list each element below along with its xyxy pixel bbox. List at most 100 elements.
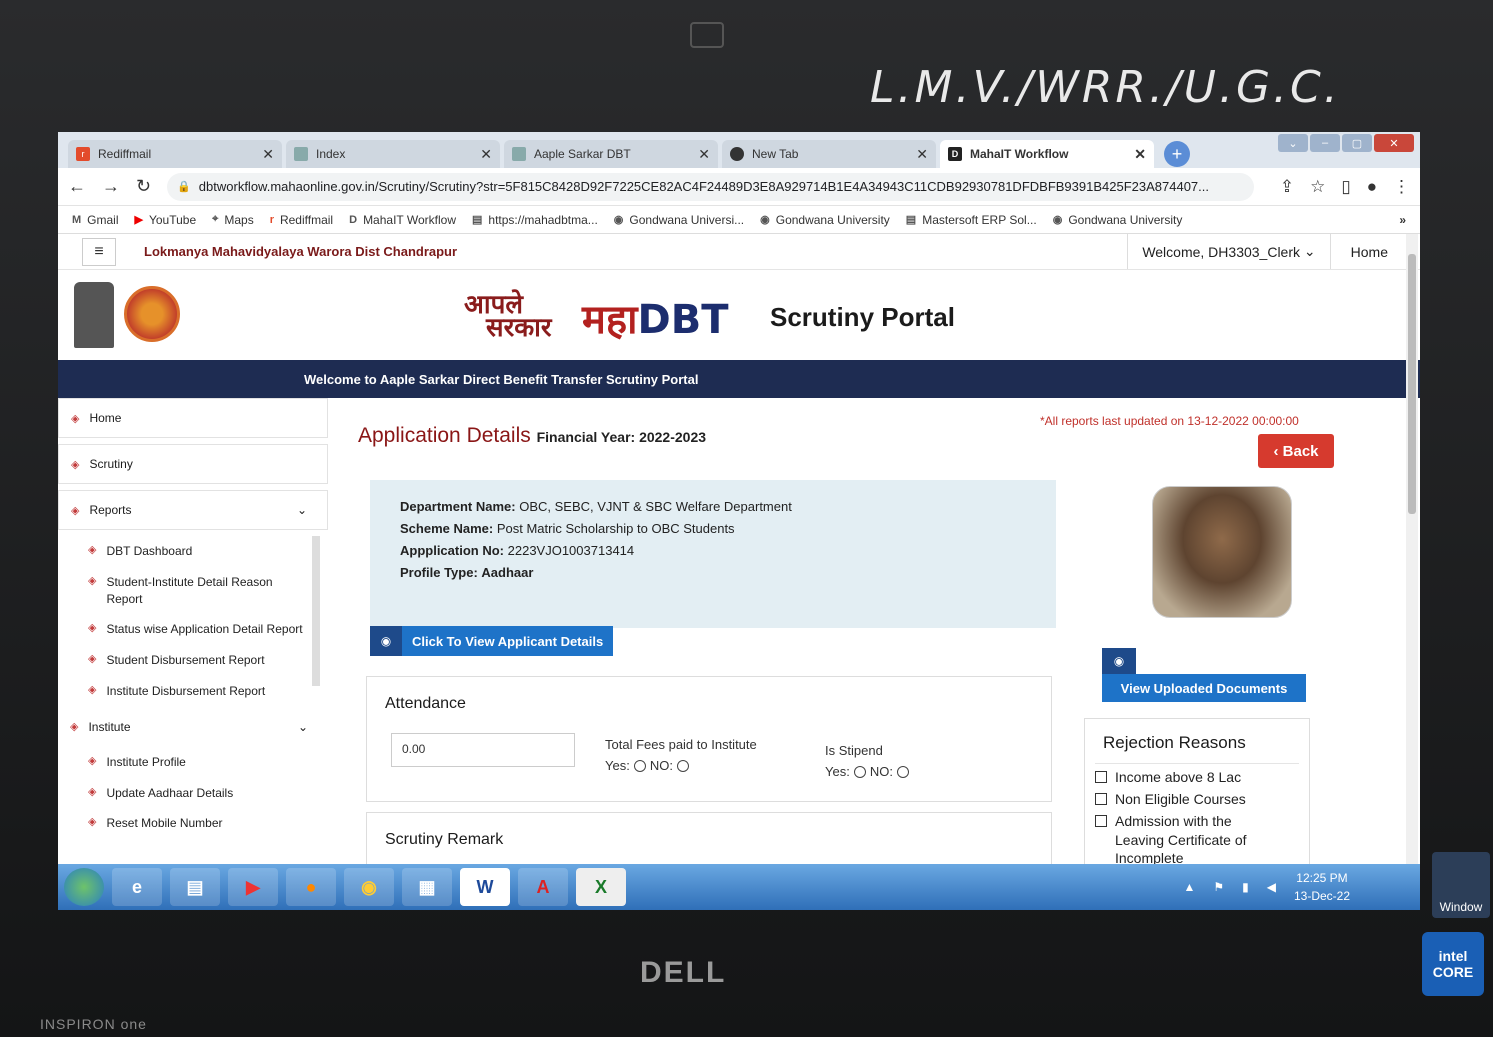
fees-no-radio[interactable] xyxy=(676,760,689,773)
clock[interactable]: 12:25 PM 13-Dec-22 xyxy=(1294,869,1350,905)
fees-yes-radio[interactable] xyxy=(633,760,646,773)
back-arrow-icon[interactable]: ← xyxy=(68,176,86,197)
diamond-icon: ◈ xyxy=(88,544,97,556)
star-icon[interactable]: ☆ xyxy=(1310,177,1325,197)
rejection-option[interactable]: Admission with the Leaving Certificate o… xyxy=(1085,808,1275,867)
media-icon[interactable]: ▶ xyxy=(228,868,278,906)
tray-arrow-icon[interactable]: ▲ xyxy=(1183,878,1195,896)
flag-icon[interactable]: ⚑ xyxy=(1213,878,1224,896)
tab-rediffmail[interactable]: r Rediffmail ✕ xyxy=(68,140,282,168)
start-icon[interactable] xyxy=(64,868,104,906)
close-icon[interactable]: ✕ xyxy=(480,146,492,163)
bookmark-gondwana-3[interactable]: ◉ Gondwana University xyxy=(1053,213,1183,227)
window-controls: ⌄ – ▢ ✕ xyxy=(1276,134,1414,152)
profile-label: Profile Type: xyxy=(400,565,478,581)
chrome-icon[interactable]: ◉ xyxy=(344,868,394,906)
clock-time: 12:25 PM xyxy=(1296,871,1348,885)
fees-question: Total Fees paid to Institute Yes: NO: xyxy=(605,735,757,777)
volume-icon[interactable]: ◀ xyxy=(1267,878,1276,896)
checkbox[interactable] xyxy=(1095,771,1107,783)
acrobat-icon[interactable]: A xyxy=(518,868,568,906)
close-icon[interactable]: ✕ xyxy=(262,146,274,163)
sidebar-item-home[interactable]: ◈ Home xyxy=(58,398,328,438)
document-icon: ▤ xyxy=(471,214,483,226)
bookmark-mahait[interactable]: D MahaIT Workflow xyxy=(349,213,456,227)
tab-new-tab[interactable]: New Tab ✕ xyxy=(722,140,936,168)
checkbox[interactable] xyxy=(1095,793,1107,806)
tab-index[interactable]: Index ✕ xyxy=(286,140,500,168)
rejection-option[interactable]: Income above 8 Lac xyxy=(1085,764,1275,786)
url-field[interactable]: 🔒 dbtworkflow.mahaonline.gov.in/Scrutiny/… xyxy=(167,172,1254,201)
bookmark-mastersoft[interactable]: ▤ Mastersoft ERP Sol... xyxy=(906,213,1037,227)
sidebar-subitem-student-disbursement[interactable]: ◈ Student Disbursement Report xyxy=(58,645,308,676)
tab-label: Aaple Sarkar DBT xyxy=(534,147,631,161)
window-close-icon[interactable]: ✕ xyxy=(1374,134,1414,152)
checkbox[interactable] xyxy=(1095,815,1107,828)
new-tab-button[interactable]: + xyxy=(1164,141,1190,167)
view-documents-button[interactable]: ◉ View Uploaded Documents xyxy=(1102,648,1306,702)
share-icon[interactable]: ⇪ xyxy=(1280,177,1294,197)
calculator-icon[interactable]: ▦ xyxy=(402,868,452,906)
sidebar-subitem-institute-profile[interactable]: ◈ Institute Profile xyxy=(58,747,308,778)
hamburger-menu-icon[interactable]: ≡ xyxy=(82,237,116,266)
document-icon xyxy=(512,147,526,161)
sidebar-subitem-dbt-dashboard[interactable]: ◈ DBT Dashboard xyxy=(58,536,308,567)
user-menu[interactable]: Welcome, DH3303_Clerk ⌄ xyxy=(1127,234,1331,269)
rejection-option[interactable]: Non Eligible Courses xyxy=(1085,786,1275,808)
bookmark-gondwana-2[interactable]: ◉ Gondwana University xyxy=(760,213,890,227)
ie-icon[interactable]: e xyxy=(112,868,162,906)
minimize-icon[interactable]: – xyxy=(1310,134,1340,152)
back-label: Back xyxy=(1282,442,1319,460)
tab-search-icon[interactable]: ⌄ xyxy=(1278,134,1308,152)
sidebar-subitem-institute-disbursement[interactable]: ◈ Institute Disbursement Report xyxy=(58,676,308,707)
bookmark-mahadbt[interactable]: ▤ https://mahadbtma... xyxy=(472,213,598,227)
maximize-icon[interactable]: ▢ xyxy=(1342,134,1372,152)
sidebar-item-reports[interactable]: ◈ Reports ⌄ xyxy=(58,490,328,530)
bookmark-youtube[interactable]: ▶ YouTube xyxy=(135,213,197,227)
sidebar-subitem-student-institute[interactable]: ◈ Student-Institute Detail Reason Report xyxy=(58,567,308,615)
sidepanel-icon[interactable]: ▯ xyxy=(1341,177,1350,197)
bookmark-gondwana-1[interactable]: ◉ Gondwana Universi... xyxy=(614,213,744,227)
firefox-icon[interactable]: ● xyxy=(286,868,336,906)
attendance-title: Attendance xyxy=(385,695,466,712)
forward-arrow-icon[interactable]: → xyxy=(102,176,120,197)
bookmark-maps[interactable]: ⌖ Maps xyxy=(212,213,254,227)
close-icon[interactable]: ✕ xyxy=(916,146,928,163)
bookmark-label: Gondwana University xyxy=(1068,212,1183,227)
bookmark-gmail[interactable]: M Gmail xyxy=(72,213,119,227)
sidebar-label: Status wise Application Detail Report xyxy=(106,622,303,637)
back-button[interactable]: ‹ Back xyxy=(1258,434,1334,468)
tab-mahait-workflow[interactable]: D MahaIT Workflow ✕ xyxy=(940,140,1154,168)
tab-strip: r Rediffmail ✕ Index ✕ Aaple Sarkar DBT ✕ Ne… xyxy=(58,132,1420,168)
word-icon[interactable]: W xyxy=(460,868,510,906)
excel-icon[interactable]: X xyxy=(576,868,626,906)
sidebar-subitem-status-wise[interactable]: ◈ Status wise Application Detail Report xyxy=(58,614,308,645)
sidebar-subitem-reset-mobile[interactable]: ◈ Reset Mobile Number xyxy=(58,808,308,839)
maps-icon: ⌖ xyxy=(212,213,219,225)
close-icon[interactable]: ✕ xyxy=(1134,146,1146,163)
sidebar-scrollbar[interactable] xyxy=(312,536,320,686)
bookmarks-overflow-icon[interactable]: » xyxy=(1399,213,1406,227)
monitor-frame: L.M.V./WRR./U.G.C. r Rediffmail ✕ Index ✕ A… xyxy=(0,0,1493,1037)
welcome-text: Welcome, DH3303_Clerk xyxy=(1142,243,1301,260)
scroll-thumb[interactable] xyxy=(1408,254,1416,514)
kebab-menu-icon[interactable]: ⋮ xyxy=(1393,177,1410,197)
sidebar-item-institute[interactable]: ◈ Institute ⌄ xyxy=(58,706,328,747)
diamond-icon: ◈ xyxy=(71,412,80,425)
stipend-yes-radio[interactable] xyxy=(853,766,866,779)
close-icon[interactable]: ✕ xyxy=(698,146,710,163)
page-scrollbar[interactable] xyxy=(1406,234,1418,870)
rediffmail-icon: r xyxy=(76,147,90,161)
view-applicant-button[interactable]: ◉ Click To View Applicant Details xyxy=(370,626,614,656)
stipend-no-radio[interactable] xyxy=(896,766,909,779)
attendance-input[interactable]: 0.00 xyxy=(391,733,575,767)
signal-icon[interactable]: ▮ xyxy=(1242,878,1249,896)
bookmark-rediffmail[interactable]: r Rediffmail xyxy=(270,213,333,227)
sidebar-item-scrutiny[interactable]: ◈ Scrutiny xyxy=(58,444,328,484)
reload-icon[interactable]: ↻ xyxy=(136,176,151,197)
explorer-icon[interactable]: ▤ xyxy=(170,868,220,906)
profile-icon[interactable]: ● xyxy=(1367,177,1377,197)
dbt-icon: D xyxy=(948,147,962,161)
sidebar-subitem-update-aadhaar[interactable]: ◈ Update Aadhaar Details xyxy=(58,778,308,809)
tab-aaple-sarkar[interactable]: Aaple Sarkar DBT ✕ xyxy=(504,140,718,168)
